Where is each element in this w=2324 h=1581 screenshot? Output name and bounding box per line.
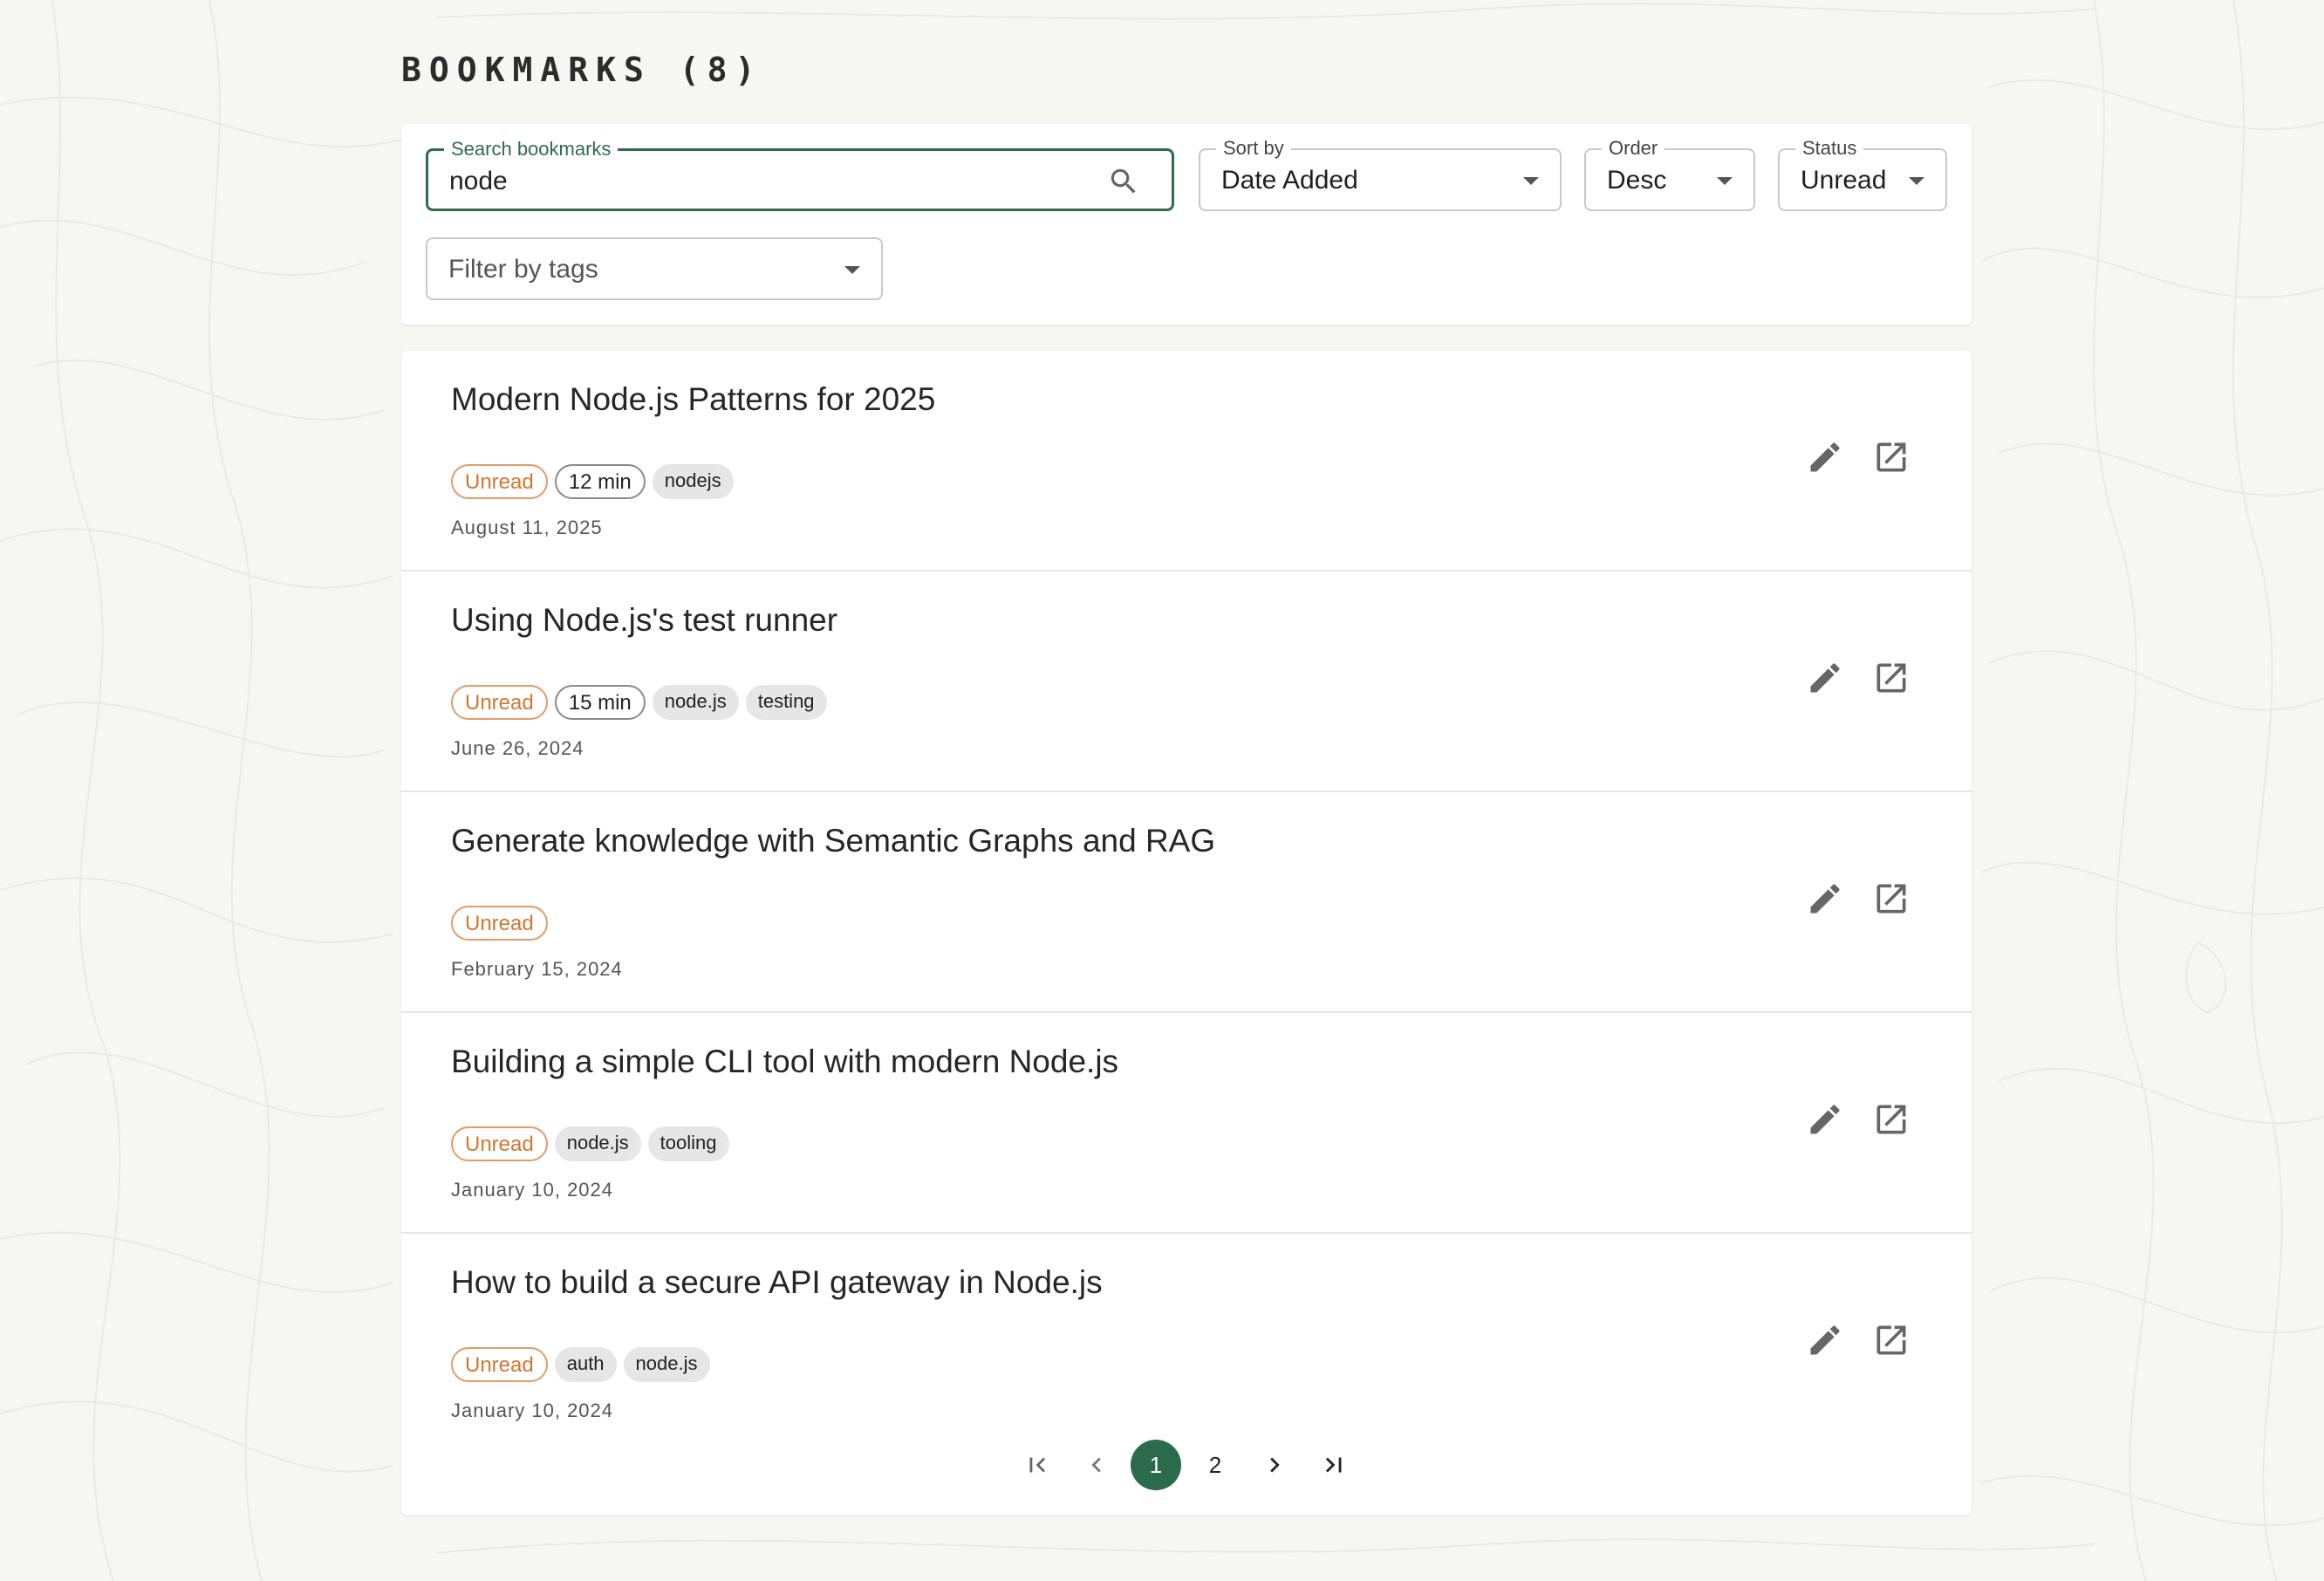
tag-chip[interactable]: node.js — [623, 1347, 710, 1382]
chevron-down-icon — [1717, 177, 1733, 185]
status-badge: Unread — [451, 1126, 548, 1161]
last-page-icon — [1325, 1457, 1342, 1473]
tag-chip[interactable]: auth — [554, 1347, 617, 1382]
order-label: Order — [1602, 137, 1665, 160]
bookmark-row[interactable]: Building a simple CLI tool with modern N… — [401, 1013, 1972, 1234]
sort-by-label: Sort by — [1216, 137, 1291, 160]
bookmark-row[interactable]: Generate knowledge with Semantic Graphs … — [401, 792, 1972, 1013]
bookmark-date: February 15, 2024 — [451, 958, 623, 980]
pencil-icon[interactable] — [1806, 879, 1844, 918]
tags-filter-select[interactable]: Filter by tags — [426, 237, 883, 300]
bookmark-actions — [1806, 1100, 1910, 1139]
bookmark-chips: Unread auth node.js — [451, 1347, 710, 1382]
open-in-new-icon[interactable] — [1872, 879, 1910, 918]
chevron-left-icon — [1091, 1457, 1101, 1473]
bookmark-chips: Unread 12 min nodejs — [451, 464, 734, 499]
status-badge: Unread — [451, 464, 548, 499]
tag-chip[interactable]: tooling — [647, 1126, 729, 1161]
bookmark-title[interactable]: Building a simple CLI tool with modern N… — [451, 1043, 1118, 1081]
first-page-icon — [1029, 1457, 1046, 1473]
prev-page-button[interactable] — [1071, 1440, 1122, 1490]
first-page-button[interactable] — [1012, 1440, 1063, 1490]
pagination: 1 2 — [401, 1440, 1972, 1492]
bookmark-row[interactable]: Using Node.js's test runner Unread 15 min n… — [401, 571, 1972, 792]
filter-panel: Search bookmarks node Sort by Date Added… — [401, 124, 1972, 325]
bookmark-actions — [1806, 659, 1910, 697]
bookmark-row[interactable]: Modern Node.js Patterns for 2025 Unread 12… — [401, 351, 1972, 571]
status-badge: Unread — [451, 906, 548, 941]
sort-by-select[interactable]: Sort by Date Added — [1199, 137, 1562, 211]
bookmark-title[interactable]: How to build a secure API gateway in Nod… — [451, 1263, 1103, 1302]
sort-by-value: Date Added — [1221, 166, 1358, 195]
next-page-button[interactable] — [1249, 1440, 1300, 1490]
page-2-button[interactable]: 2 — [1190, 1440, 1241, 1490]
chevron-down-icon — [844, 266, 860, 274]
last-page-button[interactable] — [1309, 1440, 1359, 1490]
order-select[interactable]: Order Desc — [1584, 137, 1755, 211]
bookmark-date: June 26, 2024 — [451, 737, 584, 759]
bookmark-actions — [1806, 879, 1910, 918]
open-in-new-icon[interactable] — [1872, 438, 1910, 476]
open-in-new-icon[interactable] — [1872, 1321, 1910, 1359]
search-input-label: Search bookmarks — [444, 138, 619, 161]
status-badge: Unread — [451, 1347, 548, 1382]
page-1-button[interactable]: 1 — [1131, 1440, 1181, 1490]
bookmark-actions — [1806, 438, 1910, 476]
read-time-badge: 15 min — [554, 685, 646, 720]
chevron-down-icon — [1909, 177, 1924, 185]
bookmark-date: January 10, 2024 — [451, 1400, 614, 1421]
chevron-down-icon — [1523, 177, 1539, 185]
search-input-value[interactable]: node — [449, 167, 508, 196]
search-input[interactable]: Search bookmarks node — [426, 138, 1174, 211]
search-icon[interactable] — [1107, 165, 1140, 198]
tag-chip[interactable]: nodejs — [652, 464, 734, 499]
tag-chip[interactable]: testing — [745, 685, 827, 720]
pencil-icon[interactable] — [1806, 659, 1844, 697]
status-select[interactable]: Status Unread — [1778, 137, 1947, 211]
order-value: Desc — [1607, 166, 1667, 195]
pencil-icon[interactable] — [1806, 438, 1844, 476]
pencil-icon[interactable] — [1806, 1321, 1844, 1359]
bookmark-date: August 11, 2025 — [451, 517, 603, 538]
bookmark-chips: Unread 15 min node.js testing — [451, 685, 827, 720]
open-in-new-icon[interactable] — [1872, 659, 1910, 697]
tag-chip[interactable]: node.js — [554, 1126, 641, 1161]
bookmark-actions — [1806, 1321, 1910, 1359]
bookmark-chips: Unread node.js tooling — [451, 1126, 729, 1161]
status-label: Status — [1795, 137, 1864, 160]
tag-chip[interactable]: node.js — [652, 685, 739, 720]
page-title: BOOKMARKS (8) — [401, 51, 763, 89]
status-badge: Unread — [451, 685, 548, 720]
status-value: Unread — [1801, 166, 1887, 195]
bookmark-title[interactable]: Generate knowledge with Semantic Graphs … — [451, 822, 1215, 860]
tags-filter-placeholder: Filter by tags — [448, 255, 598, 284]
chevron-right-icon — [1270, 1457, 1280, 1473]
bookmark-row[interactable]: How to build a secure API gateway in Nod… — [401, 1234, 1972, 1454]
pencil-icon[interactable] — [1806, 1100, 1844, 1139]
bookmark-chips: Unread — [451, 906, 548, 941]
bookmark-list: Modern Node.js Patterns for 2025 Unread 12… — [401, 351, 1972, 1515]
open-in-new-icon[interactable] — [1872, 1100, 1910, 1139]
bookmark-title[interactable]: Modern Node.js Patterns for 2025 — [451, 380, 935, 419]
bookmark-title[interactable]: Using Node.js's test runner — [451, 601, 837, 640]
read-time-badge: 12 min — [554, 464, 646, 499]
bookmark-date: January 10, 2024 — [451, 1179, 614, 1201]
